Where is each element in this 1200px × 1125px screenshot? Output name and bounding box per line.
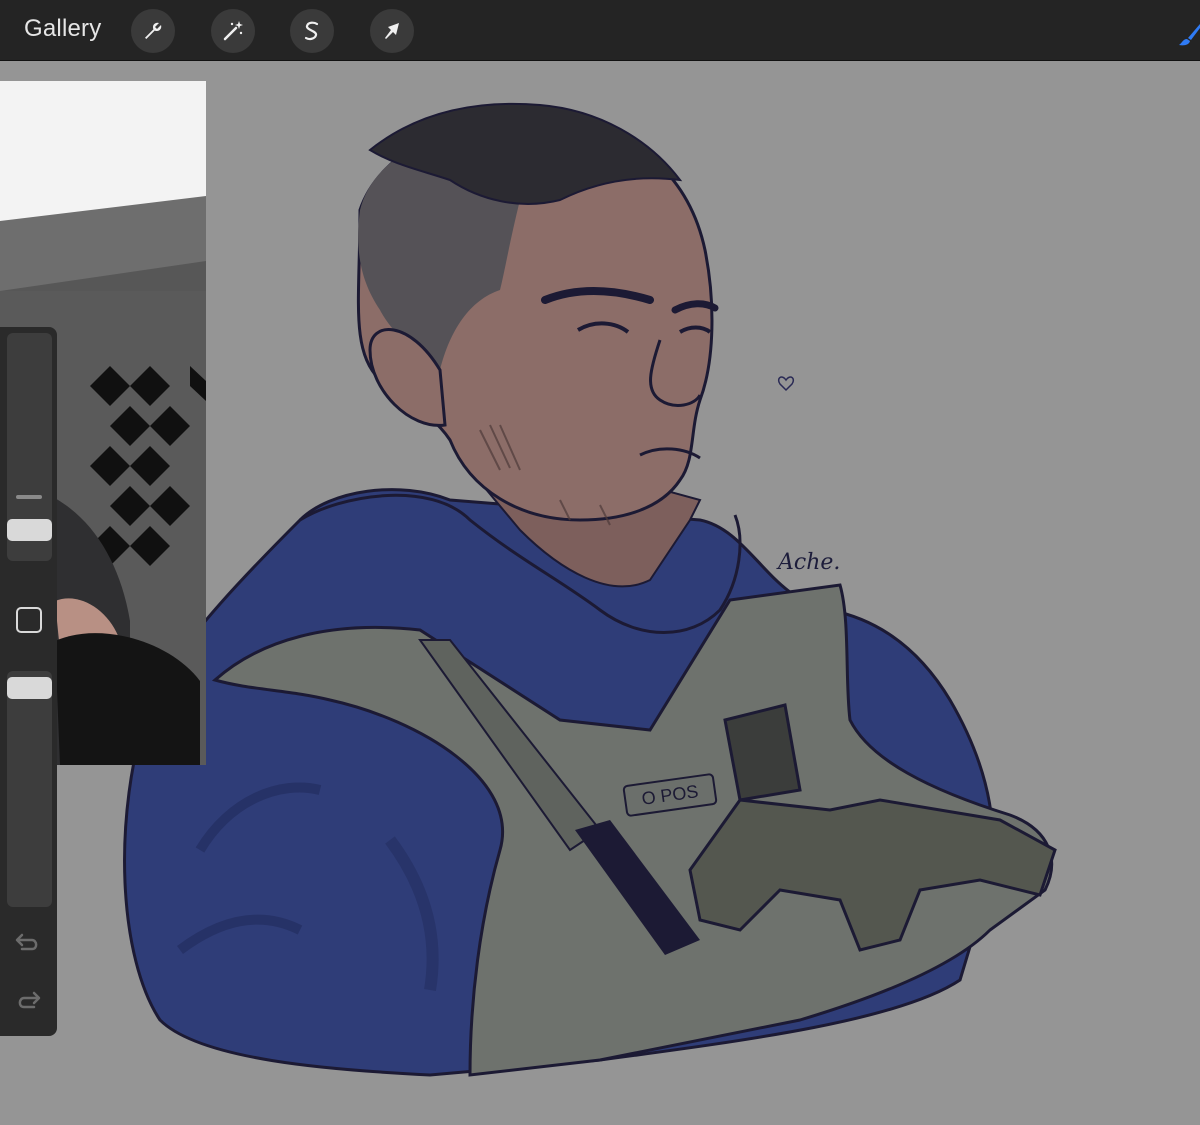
- top-toolbar: Gallery: [0, 0, 1200, 61]
- opacity-thumb[interactable]: [7, 677, 52, 699]
- transform-button[interactable]: [370, 9, 414, 53]
- redo-button[interactable]: [12, 985, 44, 1017]
- undo-button[interactable]: [12, 927, 44, 959]
- wrench-icon: [145, 22, 162, 39]
- slider-divider: [16, 495, 42, 499]
- brush-size-thumb[interactable]: [7, 519, 52, 541]
- undo-arrow-icon: [15, 933, 38, 951]
- redo-arrow-icon: [18, 991, 41, 1009]
- artist-signature: Ache.: [778, 550, 841, 575]
- actions-button[interactable]: [131, 9, 175, 53]
- side-toolbar: [0, 327, 57, 1036]
- selection-button[interactable]: [290, 9, 334, 53]
- heart-doodle: [777, 376, 795, 392]
- arrow-cursor-icon: [385, 23, 399, 39]
- magic-wand-icon: [223, 21, 243, 41]
- modify-button[interactable]: [16, 607, 42, 633]
- brush-tool-button[interactable]: [1178, 22, 1200, 48]
- selection-s-icon: [304, 21, 319, 41]
- adjustments-button[interactable]: [211, 9, 255, 53]
- opacity-slider[interactable]: [7, 671, 52, 907]
- gallery-button[interactable]: Gallery: [24, 15, 101, 43]
- paintbrush-icon: [1179, 24, 1200, 46]
